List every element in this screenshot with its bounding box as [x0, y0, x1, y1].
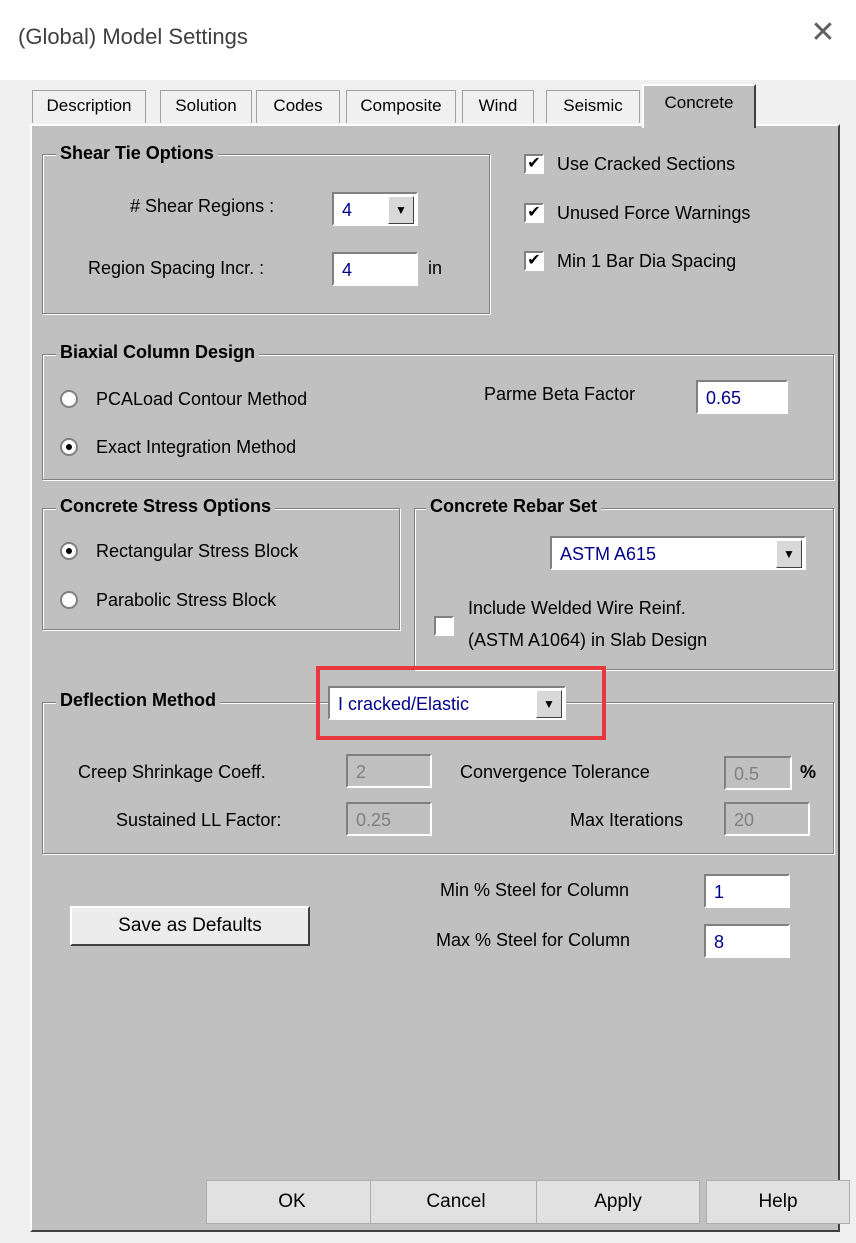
- welded-wire-label-line2: (ASTM A1064) in Slab Design: [468, 630, 708, 650]
- biaxial-legend: Biaxial Column Design: [56, 342, 260, 363]
- tab-wind[interactable]: Wind: [462, 90, 534, 123]
- deflection-method-select[interactable]: I cracked/Elastic ▼: [328, 686, 566, 720]
- shear-regions-label: # Shear Regions :: [130, 196, 275, 216]
- tab-concrete[interactable]: Concrete: [642, 84, 756, 128]
- window-title: (Global) Model Settings: [18, 24, 248, 49]
- tab-codes[interactable]: Codes: [256, 90, 340, 123]
- region-spacing-unit: in: [428, 258, 443, 278]
- chevron-down-icon[interactable]: ▼: [536, 690, 562, 718]
- exact-integration-radio[interactable]: [60, 438, 78, 456]
- exact-integration-label: Exact Integration Method: [96, 437, 297, 457]
- max-iterations-input[interactable]: 20: [724, 802, 810, 836]
- rectangular-stress-label: Rectangular Stress Block: [96, 541, 299, 561]
- close-icon[interactable]: ✕: [806, 16, 840, 50]
- apply-button[interactable]: Apply: [536, 1180, 700, 1224]
- max-steel-input[interactable]: 8: [704, 924, 790, 958]
- sustained-ll-input[interactable]: 0.25: [346, 802, 432, 836]
- parabolic-stress-radio[interactable]: [60, 591, 78, 609]
- rebar-set-value: ASTM A615: [560, 544, 657, 564]
- min-steel-input[interactable]: 1: [704, 874, 790, 908]
- use-cracked-checkbox[interactable]: ✔: [524, 154, 544, 174]
- chevron-down-icon[interactable]: ▼: [776, 540, 802, 568]
- convergence-tolerance-label: Convergence Tolerance: [460, 762, 650, 782]
- deflection-method-value: I cracked/Elastic: [338, 694, 470, 714]
- region-spacing-input[interactable]: 4: [332, 252, 418, 286]
- tab-composite[interactable]: Composite: [346, 90, 456, 123]
- ok-button[interactable]: OK: [206, 1180, 378, 1224]
- max-iterations-label: Max Iterations: [570, 810, 684, 830]
- biaxial-group: [42, 354, 834, 480]
- rebar-set-legend: Concrete Rebar Set: [426, 496, 602, 517]
- min-bar-spacing-checkbox[interactable]: ✔: [524, 251, 544, 271]
- pca-contour-label: PCALoad Contour Method: [96, 389, 308, 409]
- convergence-unit: %: [800, 762, 817, 782]
- tab-solution[interactable]: Solution: [160, 90, 252, 123]
- deflection-legend: Deflection Method: [56, 690, 220, 711]
- sustained-ll-label: Sustained LL Factor:: [116, 810, 282, 830]
- shear-regions-value: 4: [342, 200, 353, 220]
- radio-selected-dot: [66, 444, 72, 450]
- tab-seismic[interactable]: Seismic: [546, 90, 640, 123]
- unused-force-checkbox[interactable]: ✔: [524, 203, 544, 223]
- unused-force-label: Unused Force Warnings: [557, 203, 751, 223]
- welded-wire-label-line1: Include Welded Wire Reinf.: [468, 598, 686, 618]
- creep-shrinkage-input[interactable]: 2: [346, 754, 432, 788]
- region-spacing-label: Region Spacing Incr. :: [88, 258, 265, 278]
- min-steel-label: Min % Steel for Column: [440, 880, 630, 900]
- welded-wire-checkbox[interactable]: [434, 616, 454, 636]
- stress-options-legend: Concrete Stress Options: [56, 496, 276, 517]
- shear-tie-group: [42, 154, 490, 314]
- tab-description[interactable]: Description: [32, 90, 146, 123]
- min-bar-spacing-label: Min 1 Bar Dia Spacing: [557, 251, 737, 271]
- stress-options-group: [42, 508, 400, 630]
- rectangular-stress-radio[interactable]: [60, 542, 78, 560]
- cancel-button[interactable]: Cancel: [370, 1180, 542, 1224]
- beta-factor-input[interactable]: 0.65: [696, 380, 788, 414]
- parabolic-stress-label: Parabolic Stress Block: [96, 590, 277, 610]
- help-button[interactable]: Help: [706, 1180, 850, 1224]
- shear-tie-legend: Shear Tie Options: [56, 143, 218, 164]
- rebar-set-select[interactable]: ASTM A615 ▼: [550, 536, 806, 570]
- chevron-down-icon[interactable]: ▼: [388, 196, 414, 224]
- max-steel-label: Max % Steel for Column: [436, 930, 631, 950]
- save-defaults-button[interactable]: Save as Defaults: [70, 906, 310, 946]
- pca-contour-radio[interactable]: [60, 390, 78, 408]
- shear-regions-select[interactable]: 4 ▼: [332, 192, 418, 226]
- radio-selected-dot: [66, 548, 72, 554]
- beta-factor-label: Parme Beta Factor: [484, 384, 636, 404]
- convergence-tolerance-input[interactable]: 0.5: [724, 756, 792, 790]
- creep-shrinkage-label: Creep Shrinkage Coeff.: [78, 762, 266, 782]
- use-cracked-label: Use Cracked Sections: [557, 154, 736, 174]
